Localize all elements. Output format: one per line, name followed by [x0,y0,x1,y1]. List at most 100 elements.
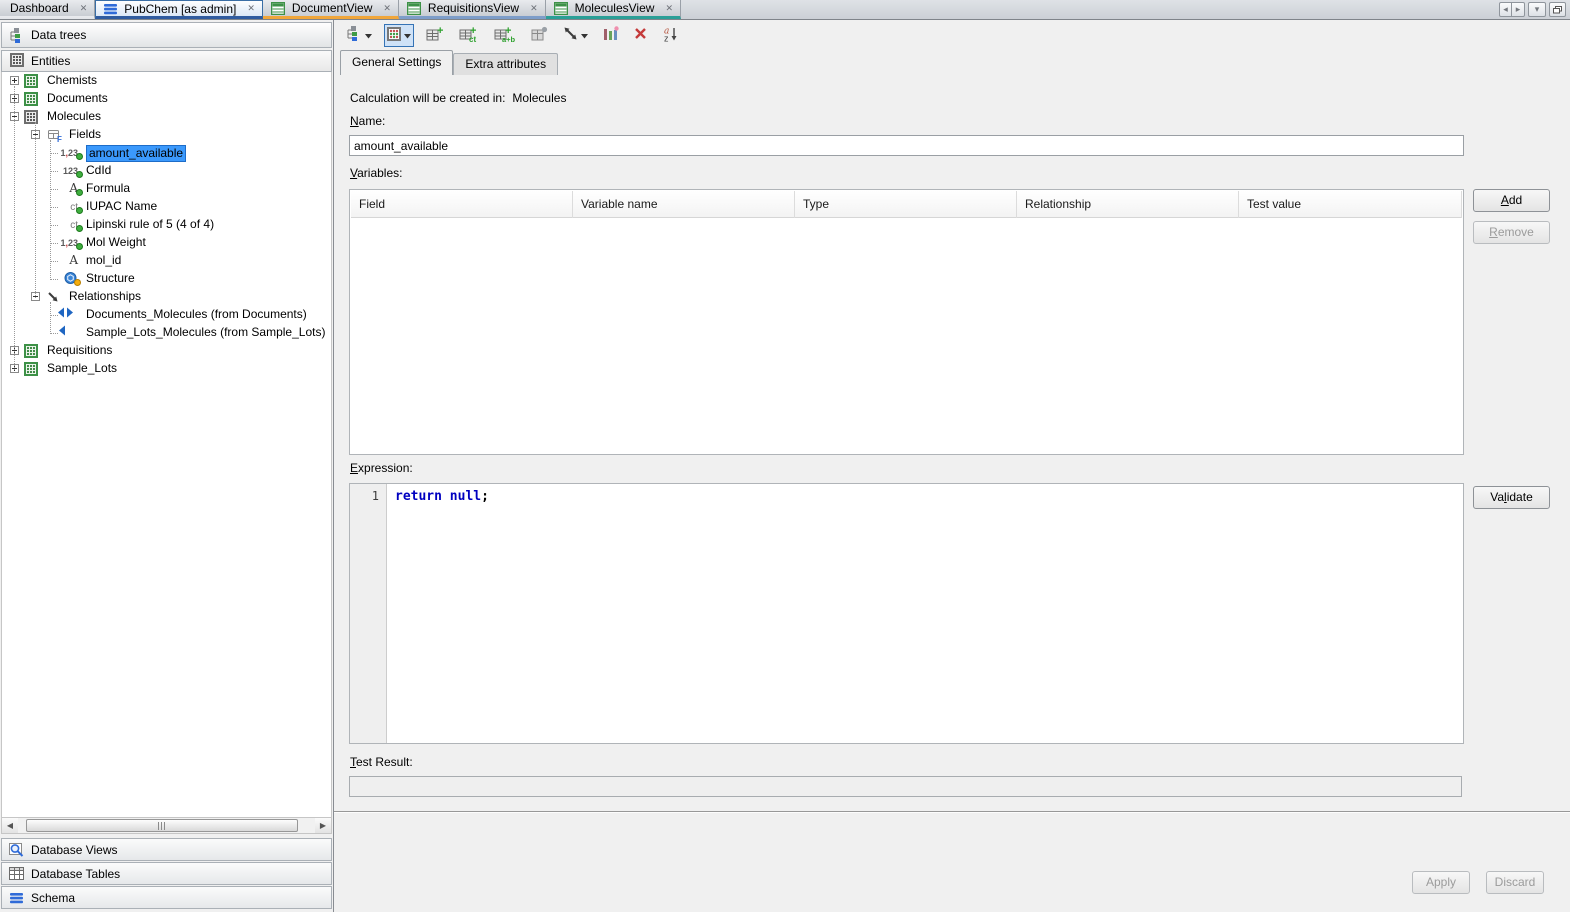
tree-item-label[interactable]: Sample_Lots [47,360,117,377]
delete-button[interactable] [631,24,650,46]
tree-item-label[interactable]: Sample_Lots_Molecules (from Sample_Lots) [86,324,325,341]
new-form-view-icon [603,26,619,41]
scrollbar-right-arrow[interactable]: ▶ [315,818,331,833]
new-structure-entity-button[interactable]: +ct [456,23,482,48]
tab-close-icon[interactable]: ✕ [247,4,255,13]
tree-item-sample-lots[interactable]: Sample_Lots [2,360,331,378]
scroll-tabs-left-button[interactable]: ◂ [1499,2,1512,17]
tree-item-requisitions[interactable]: Requisitions [2,342,331,360]
remove-variable-button[interactable]: Remove [1473,221,1550,244]
window-tab-label: MoleculesView [573,1,657,15]
schema-panel-header[interactable]: Schema [1,886,332,909]
tab-close-icon[interactable]: ✕ [530,4,538,13]
tree-item-mol-weight[interactable]: 1,23Mol Weight [2,234,331,252]
tree-item-label[interactable]: Relationships [69,288,141,305]
created-in-text: Calculation will be created in:Molecules [350,91,566,105]
tree-guide [14,86,15,370]
tree-item-documents-molecules-from-documents[interactable]: Documents_Molecules (from Documents) [2,306,331,324]
tree-item-molecules[interactable]: Molecules [2,108,331,126]
tree-item-relationships[interactable]: Relationships [2,288,331,306]
tree-item-label[interactable]: Lipinski rule of 5 (4 of 4) [86,216,214,233]
scrollbar-left-arrow[interactable]: ◀ [2,818,18,833]
calculated-dot-icon [76,153,83,160]
sort-icon: az [662,26,679,42]
expression-editor[interactable]: 1 return null; [349,483,1464,744]
tree-item-label[interactable]: Requisitions [47,342,112,359]
tree-item-chemists[interactable]: Chemists [2,72,331,90]
column-header-field[interactable]: Field [351,191,573,218]
tree-item-formula[interactable]: AFormula [2,180,331,198]
tree-item-fields[interactable]: FFields [2,126,331,144]
maximize-restore-button[interactable] [1549,2,1566,17]
database-views-panel-header[interactable]: Database Views [1,838,332,861]
tree-item-cdid[interactable]: 123CdId [2,162,331,180]
svg-text:z: z [664,33,669,42]
tab-extra-attributes[interactable]: Extra attributes [453,53,558,75]
tree-item-label[interactable]: Formula [86,180,130,197]
tree-item-label[interactable]: mol_id [86,252,121,269]
add-variable-button[interactable]: Add [1473,189,1550,212]
svg-text:a+b: a+b [502,35,516,42]
tree-item-label[interactable]: Chemists [47,72,97,89]
variables-label: Variables: [350,166,402,180]
tree-expander-collapsed[interactable] [10,76,19,85]
tree-item-label[interactable]: IUPAC Name [86,198,157,215]
promote-entity-icon [531,26,548,41]
window-tab-documentview[interactable]: DocumentView✕ [263,0,399,19]
window-tab-pubchem-as-admin[interactable]: PubChem [as admin]✕ [95,0,263,19]
validate-button[interactable]: Validate [1473,486,1550,509]
new-grid-view-button[interactable] [384,24,414,47]
column-header-test-value[interactable]: Test value [1239,191,1462,218]
tree-item-mol-id[interactable]: Amol_id [2,252,331,270]
tree-item-lipinski-rule-of-5-4-of-4[interactable]: ctLipinski rule of 5 (4 of 4) [2,216,331,234]
new-data-tree-button[interactable] [342,22,375,48]
new-calculated-field-icon: +a+b [494,26,516,42]
tree-item-structure[interactable]: Structure [2,270,331,288]
tree-item-label[interactable]: Documents [47,90,108,107]
name-input[interactable] [349,135,1464,156]
window-tab-requisitionsview[interactable]: RequisitionsView✕ [399,0,546,19]
new-entity-button[interactable]: + [423,23,447,48]
new-form-view-button[interactable] [600,23,622,47]
database-tables-panel-header[interactable]: Database Tables [1,862,332,885]
tree-item-label[interactable]: amount_available [86,145,186,162]
tree-item-label[interactable]: Fields [69,126,101,143]
column-header-relationship[interactable]: Relationship [1017,191,1239,218]
tab-close-icon[interactable]: ✕ [80,4,88,13]
column-header-variable-name[interactable]: Variable name [573,191,795,218]
tree-horizontal-scrollbar[interactable]: ◀ ▶ [1,817,332,834]
apply-button[interactable]: Apply [1412,871,1470,894]
new-calculated-field-button[interactable]: +a+b [491,23,519,48]
entities-panel-header[interactable]: Entities [1,50,332,72]
tree-item-label[interactable]: Documents_Molecules (from Documents) [86,306,307,323]
data-trees-panel-header[interactable]: Data trees [1,22,332,48]
window-tab-bar: Dashboard✕PubChem [as admin]✕DocumentVie… [0,0,1570,20]
scrollbar-thumb[interactable] [26,819,298,832]
schema-icon [104,3,117,15]
discard-button[interactable]: Discard [1486,871,1544,894]
tree-item-label[interactable]: CdId [86,162,111,179]
tab-general-settings[interactable]: General Settings [340,50,453,75]
new-relationship-button[interactable] [560,23,591,47]
schema-icon [10,892,23,904]
test-result-field [349,776,1462,797]
promote-entity-button[interactable] [528,23,551,47]
tree-item-documents[interactable]: Documents [2,90,331,108]
scroll-tabs-right-button[interactable]: ▸ [1512,2,1525,17]
window-tab-moleculesview[interactable]: MoleculesView ✕ [546,0,681,19]
tree-item-label[interactable]: Molecules [47,108,101,125]
tab-close-icon[interactable]: ✕ [383,4,391,13]
new-relationship-icon [563,26,578,41]
tree-item-iupac-name[interactable]: ctIUPAC Name [2,198,331,216]
column-header-type[interactable]: Type [795,191,1017,218]
tree-item-sample-lots-molecules-from-sample-lots[interactable]: Sample_Lots_Molecules (from Sample_Lots) [2,324,331,342]
tab-close-icon[interactable]: ✕ [665,4,673,13]
tree-item-label[interactable]: Mol Weight [86,234,146,251]
sort-button[interactable]: az [659,23,682,48]
tab-list-dropdown-button[interactable]: ▾ [1528,2,1546,17]
application-window: Dashboard✕PubChem [as admin]✕DocumentVie… [0,0,1570,912]
window-tab-dashboard[interactable]: Dashboard✕ [0,0,95,19]
tree-item-amount-available[interactable]: 1,23amount_available [2,144,331,162]
tree-item-label[interactable]: Structure [86,270,135,287]
grid-view-icon [407,2,421,15]
